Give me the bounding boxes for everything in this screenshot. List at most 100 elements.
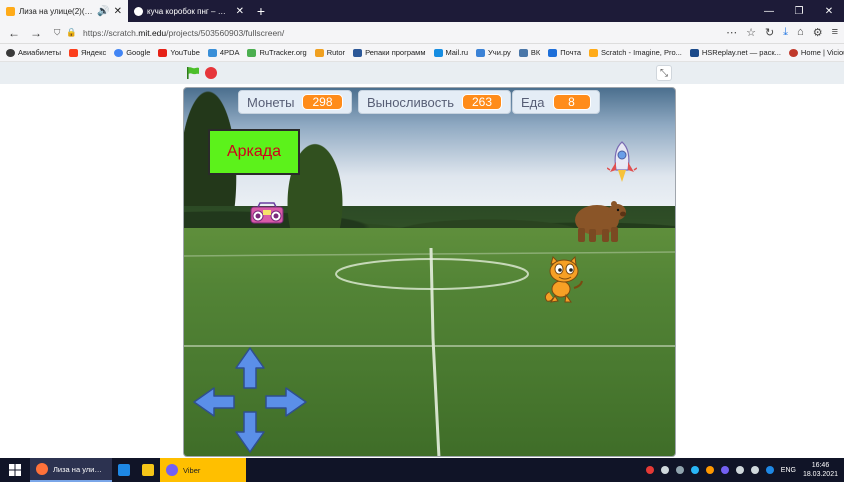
rutracker-icon	[247, 48, 257, 57]
google-favicon	[134, 6, 143, 16]
tab-title: Лиза на улице(2)(2)(2) on	[19, 6, 93, 16]
youtube-icon	[158, 48, 168, 57]
tray-viber-icon[interactable]	[720, 466, 729, 474]
coins-monitor: Монеты 298	[238, 90, 352, 114]
bookmark-item[interactable]: Репаки программ	[353, 48, 426, 57]
system-tray: ENG 16:46 18.03.2021	[645, 461, 844, 479]
yandex-icon	[68, 48, 78, 57]
app-icon	[118, 464, 130, 476]
download-icon[interactable]: ⤓	[783, 26, 788, 39]
taskbar-item-store[interactable]	[136, 458, 160, 482]
bookmark-item[interactable]: Google	[114, 48, 150, 57]
close-window-button[interactable]: ✕	[814, 0, 844, 22]
close-tab-icon[interactable]: ✕	[236, 6, 244, 17]
store-icon	[142, 464, 154, 476]
bookmarks-bar: Авиабилеты Яндекс Google YouTube 4PDA Ru…	[0, 44, 844, 62]
close-tab-icon[interactable]: ✕	[114, 6, 122, 17]
taskbar-item-viber[interactable]: Viber	[160, 458, 246, 482]
clock-time: 16:46	[811, 462, 830, 469]
shield-icon[interactable]: ⛉	[54, 27, 60, 38]
bear-sprite[interactable]	[569, 196, 627, 244]
globe-icon	[6, 48, 15, 57]
mail-icon	[548, 48, 558, 57]
page-actions-icon[interactable]: ⋯	[726, 26, 737, 39]
home-icon[interactable]: ⌂	[797, 26, 804, 39]
speaker-icon[interactable]: 🔊	[97, 6, 109, 17]
arrow-up-icon[interactable]	[235, 347, 265, 389]
menu-icon[interactable]: ≡	[832, 26, 838, 39]
4pda-icon	[207, 48, 217, 57]
language-indicator[interactable]: ENG	[781, 467, 796, 474]
scratch-stage[interactable]: Монеты 298 Выносливость 263 Еда 8 Аркада	[183, 87, 676, 457]
minimize-button[interactable]: —	[754, 0, 784, 22]
address-bar[interactable]: ⛉ 🔒 https://scratch.mit.edu/projects/503…	[50, 24, 720, 41]
mailru-icon	[433, 48, 443, 57]
arcade-button[interactable]: Аркада	[208, 129, 300, 175]
repack-icon	[353, 48, 363, 57]
windows-start-icon[interactable]	[0, 464, 30, 476]
tray-app-icon[interactable]	[660, 466, 669, 474]
scratch-favicon	[6, 6, 15, 16]
tray-cloud-icon[interactable]	[690, 466, 699, 474]
taskbar-item-firefox[interactable]: Лиза на улице(2)(2)...	[30, 458, 112, 482]
tray-update-icon[interactable]	[705, 466, 714, 474]
stop-button[interactable]	[205, 67, 217, 79]
tray-volume-icon[interactable]	[750, 466, 759, 474]
bookmark-item[interactable]: Rutor	[314, 48, 345, 57]
bookmark-item[interactable]: Scratch - Imagine, Pro...	[589, 48, 682, 57]
exit-fullscreen-icon[interactable]: ⤡	[656, 65, 672, 81]
bookmark-item[interactable]: RuTracker.org	[247, 48, 307, 57]
taskbar-item-app[interactable]	[112, 458, 136, 482]
vk-icon	[518, 48, 528, 57]
arrow-down-icon[interactable]	[235, 411, 265, 453]
back-arrow-icon[interactable]: ←	[6, 26, 22, 40]
bookmark-item[interactable]: Яндекс	[68, 48, 106, 57]
window-controls: — ❐ ✕	[754, 0, 844, 22]
scratch-controls-bar	[0, 62, 844, 84]
bookmark-item[interactable]: ВК	[518, 48, 540, 57]
tray-opera-icon[interactable]	[645, 466, 654, 474]
stamina-value: 263	[462, 94, 503, 110]
food-monitor: Еда 8	[512, 90, 600, 114]
tab-google-images[interactable]: куча коробок пнг – Google П ✕	[128, 0, 250, 22]
toolbar-icons: ⋯ ☆ ↻ ⤓ ⌂ ⚙ ≡	[726, 26, 838, 39]
bookmark-item[interactable]: Home | Vicious Syndic...	[788, 48, 844, 57]
tray-bluetooth-icon[interactable]	[765, 466, 774, 474]
boombox-sprite[interactable]	[250, 202, 284, 224]
browser-tab-bar: Лиза на улице(2)(2)(2) on 🔊 ✕ куча короб…	[0, 0, 844, 22]
bookmark-item[interactable]: Учи.ру	[476, 48, 511, 57]
coins-label: Монеты	[247, 94, 295, 110]
new-tab-button[interactable]: +	[250, 0, 272, 22]
bookmark-item[interactable]: Mail.ru	[433, 48, 468, 57]
bookmark-item[interactable]: YouTube	[158, 48, 200, 57]
tray-network-icon[interactable]	[675, 466, 684, 474]
arrow-right-icon[interactable]	[265, 387, 307, 417]
reload-icon[interactable]: ↻	[765, 26, 774, 39]
maximize-button[interactable]: ❐	[784, 0, 814, 22]
lock-icon[interactable]: 🔒	[66, 27, 77, 38]
bookmark-item[interactable]: HSReplay.net — раск...	[689, 48, 781, 57]
rocket-sprite[interactable]	[607, 140, 637, 184]
bookmark-item[interactable]: Авиабилеты	[6, 48, 61, 57]
windows-taskbar: Лиза на улице(2)(2)... Viber ENG 16:46 1…	[0, 458, 844, 482]
extensions-icon[interactable]: ⚙	[813, 26, 823, 39]
arrow-left-icon[interactable]	[193, 387, 235, 417]
vicious-icon	[788, 48, 798, 57]
viber-icon	[166, 464, 178, 476]
browser-nav-bar: ← → ⛉ 🔒 https://scratch.mit.edu/projects…	[0, 22, 844, 44]
taskbar-clock[interactable]: 16:46 18.03.2021	[803, 461, 838, 479]
stamina-label: Выносливость	[367, 94, 454, 110]
bookmark-star-icon[interactable]: ☆	[746, 26, 756, 39]
food-label: Еда	[521, 94, 545, 110]
tab-scratch-project[interactable]: Лиза на улице(2)(2)(2) on 🔊 ✕	[0, 0, 128, 22]
scratch-icon	[589, 48, 599, 57]
scratch-cat-sprite[interactable]	[541, 256, 585, 304]
stamina-monitor: Выносливость 263	[358, 90, 512, 114]
clock-date: 18.03.2021	[802, 471, 838, 478]
bookmark-item[interactable]: Почта	[548, 48, 581, 57]
bookmark-item[interactable]: 4PDA	[207, 48, 239, 57]
tray-battery-icon[interactable]	[735, 466, 744, 474]
forward-arrow-icon[interactable]: →	[28, 26, 44, 40]
direction-pad	[193, 347, 307, 453]
green-flag-icon[interactable]	[186, 66, 200, 80]
